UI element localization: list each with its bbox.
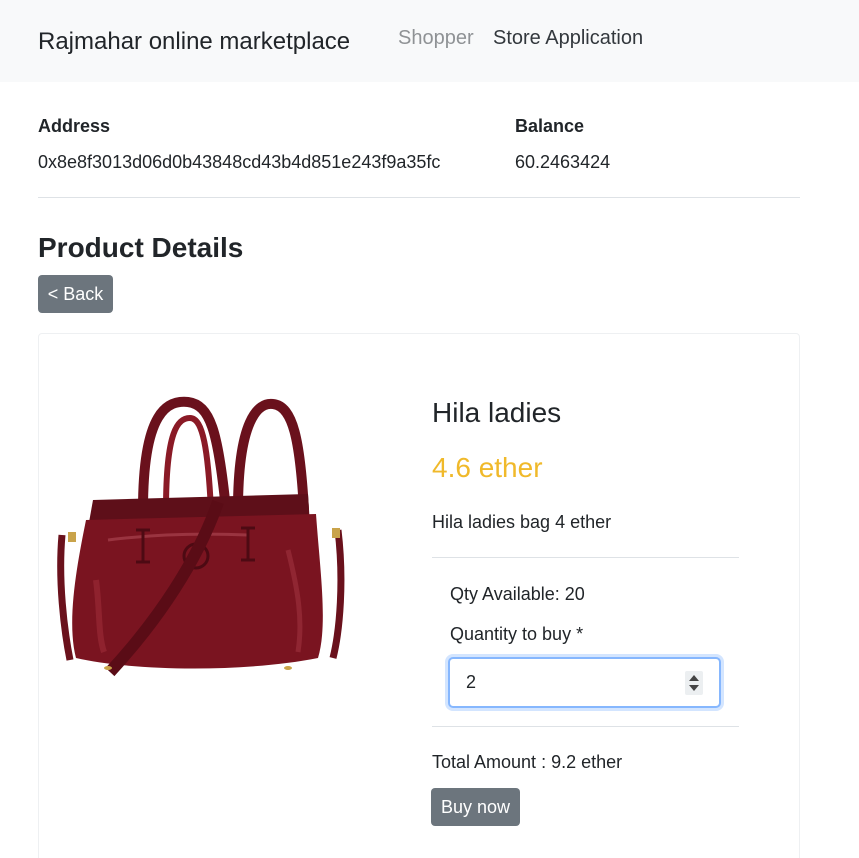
quantity-label: Quantity to buy * [450,624,584,644]
quantity-input[interactable]: 2 [448,657,721,708]
product-price: 4.6 ether [432,452,543,483]
product-description: Hila ladies bag 4 ether [432,512,612,532]
chevron-up-icon[interactable] [689,675,699,681]
page-title: Product Details [38,232,244,263]
buy-now-button[interactable]: Buy now [431,788,520,826]
quantity-value: 2 [466,672,477,692]
divider [432,726,739,727]
back-button[interactable]: < Back [38,275,113,313]
nav-link-shopper[interactable]: Shopper [398,27,474,50]
address-label: Address [38,116,111,136]
handbag-icon [57,396,345,677]
balance-label: Balance [515,116,585,136]
navbar: Rajmahar online marketplace Shopper Stor… [0,0,859,82]
balance-value: 60.2463424 [515,152,611,172]
divider [38,197,800,198]
total-amount: Total Amount : 9.2 ether [432,752,623,772]
nav-link-store-application[interactable]: Store Application [493,27,643,50]
quantity-stepper[interactable] [685,671,703,695]
qty-available: Qty Available: 20 [450,584,585,604]
product-name: Hila ladies [432,397,562,428]
chevron-down-icon[interactable] [689,685,699,691]
brand-title[interactable]: Rajmahar online marketplace [38,28,350,56]
divider [432,557,739,558]
address-value: 0x8e8f3013d06d0b43848cd43b4d851e243f9a35… [38,152,441,172]
